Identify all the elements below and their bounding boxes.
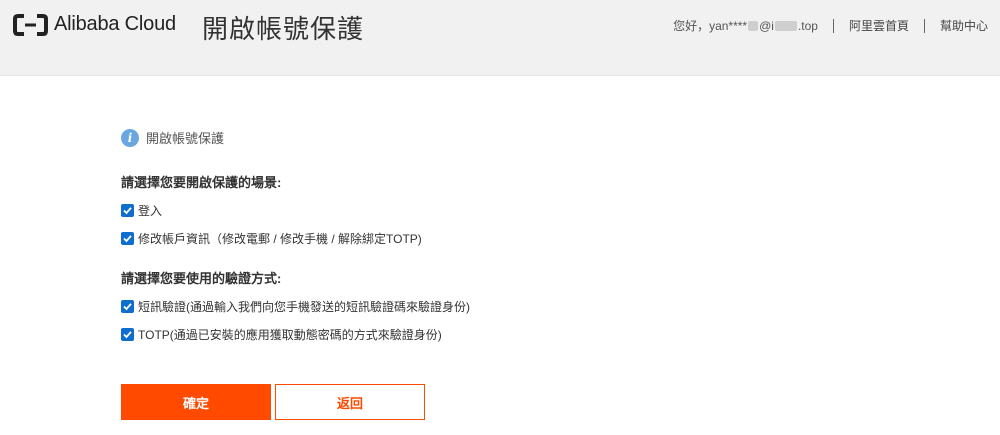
checkbox-checked-icon[interactable] [121, 204, 134, 217]
divider [832, 18, 834, 33]
brand-name: Alibaba Cloud [54, 13, 176, 35]
checkbox-label: 登入 [138, 204, 163, 218]
main-content: i 開啟帳號保護 請選擇您要開啟保護的場景: 登入 修改帳戶資訊（修改電郵 / … [121, 128, 470, 420]
page-title: 開啟帳號保護 [202, 14, 365, 44]
alibaba-cloud-logo-icon [13, 13, 48, 36]
alibaba-cloud-logo[interactable]: Alibaba Cloud [13, 13, 176, 36]
notice-text: 開啟帳號保護 [146, 131, 225, 146]
scenario-section-title: 請選擇您要開啟保護的場景: [121, 175, 282, 190]
greeting-suffix: .top [797, 18, 818, 33]
scenario-modify-account-checkbox[interactable]: 修改帳戶資訊（修改電郵 / 修改手機 / 解除綁定TOTP) [121, 230, 422, 247]
checkbox-label: TOTP(通過已安裝的應用獲取動態密碼的方式來驗證身份) [138, 328, 442, 342]
checkbox-checked-icon[interactable] [121, 232, 134, 245]
back-button[interactable]: 返回 [275, 384, 425, 420]
notice-banner: i 開啟帳號保護 [121, 128, 224, 147]
redacted-mask [774, 20, 797, 31]
user-greeting: 您好，yan**** @i .top [673, 17, 818, 34]
confirm-button[interactable]: 確定 [121, 384, 271, 420]
method-sms-checkbox[interactable]: 短訊驗證(通過輸入我們向您手機發送的短訊驗證碼來驗證身份) [121, 298, 470, 315]
checkbox-label: 短訊驗證(通過輸入我們向您手機發送的短訊驗證碼來驗證身份) [138, 300, 470, 314]
aliyun-home-link[interactable]: 阿里雲首頁 [849, 17, 909, 34]
scenario-login-checkbox[interactable]: 登入 [121, 202, 162, 219]
checkbox-checked-icon[interactable] [121, 300, 134, 313]
top-nav: 您好，yan**** @i .top 阿里雲首頁 幫助中心 [673, 17, 988, 34]
checkbox-label: 修改帳戶資訊（修改電郵 / 修改手機 / 解除綁定TOTP) [138, 232, 422, 246]
method-section-title: 請選擇您要使用的驗證方式: [121, 271, 282, 286]
redacted-mask [748, 20, 759, 31]
divider [923, 18, 925, 33]
info-icon: i [121, 128, 139, 147]
top-header: Alibaba Cloud 開啟帳號保護 您好，yan**** @i .top … [0, 0, 1000, 76]
method-totp-checkbox[interactable]: TOTP(通過已安裝的應用獲取動態密碼的方式來驗證身份) [121, 326, 442, 343]
checkbox-checked-icon[interactable] [121, 328, 134, 341]
greeting-prefix: 您好，yan**** [673, 19, 748, 33]
greeting-mid: @i [759, 18, 774, 33]
help-center-link[interactable]: 幫助中心 [940, 17, 988, 34]
